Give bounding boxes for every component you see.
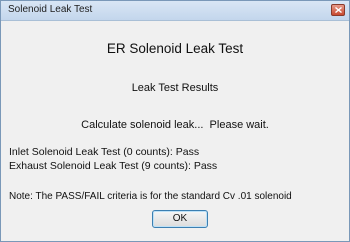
dialog-heading: ER Solenoid Leak Test [106, 41, 244, 56]
status-message: Calculate solenoid leak... Please wait. [81, 119, 269, 131]
close-button[interactable] [331, 4, 345, 16]
ok-button[interactable]: OK [152, 210, 208, 228]
exhaust-result: Exhaust Solenoid Leak Test (9 counts): P… [9, 160, 218, 172]
dialog-window: Solenoid Leak Test ER Solenoid Leak Test… [0, 0, 350, 242]
title-bar[interactable]: Solenoid Leak Test [1, 1, 349, 21]
criteria-note: Note: The PASS/FAIL criteria is for the … [9, 191, 292, 202]
inlet-result: Inlet Solenoid Leak Test (0 counts): Pas… [9, 146, 200, 158]
dialog-content: ER Solenoid Leak Test Leak Test Results … [1, 21, 349, 241]
window-title: Solenoid Leak Test [8, 4, 93, 15]
close-icon [335, 7, 342, 13]
results-subheading: Leak Test Results [131, 82, 219, 94]
